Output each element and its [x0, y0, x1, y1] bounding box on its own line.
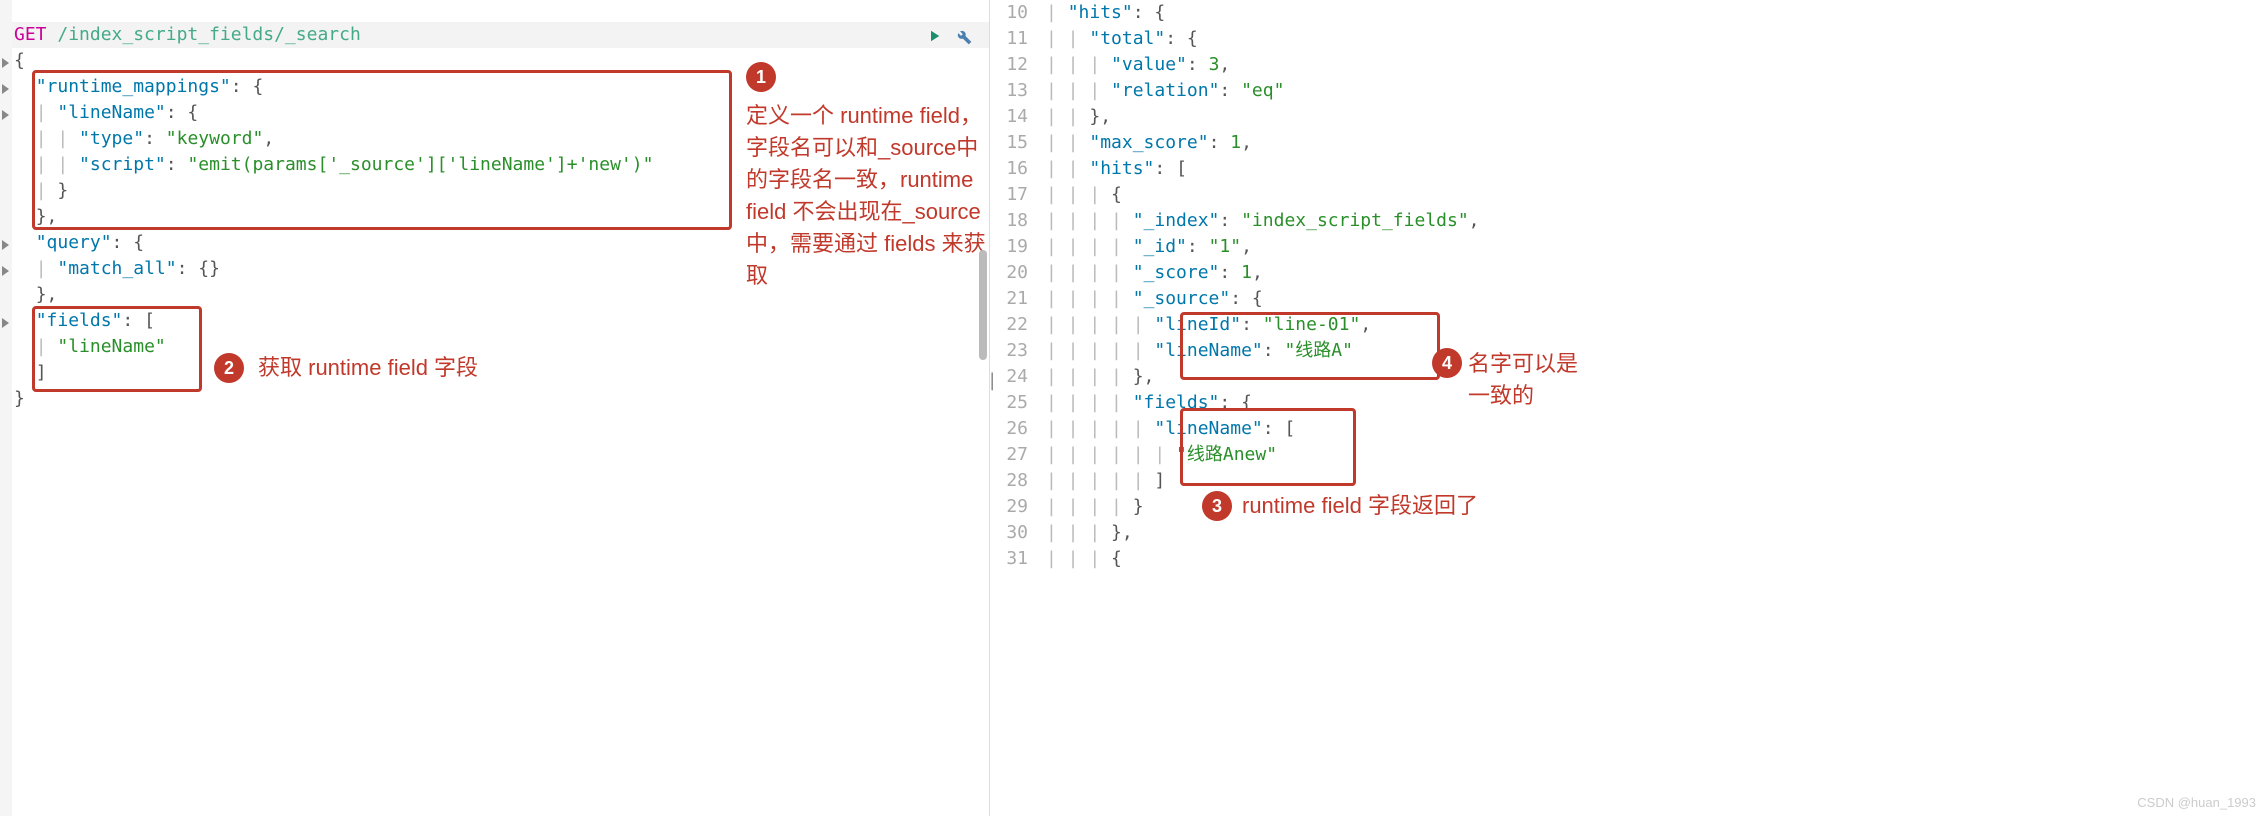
- annotation-3-text: runtime field 字段返回了: [1242, 490, 1478, 522]
- annotation-badge-3: 3: [1202, 491, 1232, 521]
- runtime-mappings-key: "runtime_mappings": [36, 76, 231, 97]
- fold-marker[interactable]: [2, 84, 9, 94]
- response-line: 16| | "hits": [: [990, 156, 2268, 182]
- line-number: 13: [990, 78, 1046, 104]
- line-number: 11: [990, 26, 1046, 52]
- line-number: 16: [990, 156, 1046, 182]
- linename-key: "lineName": [57, 102, 165, 123]
- response-pane: ‖ 10| "hits": {11| | "total": {12| | | "…: [990, 0, 2268, 816]
- response-line: 30| | | },: [990, 520, 2268, 546]
- response-line: 31| | | {: [990, 546, 2268, 572]
- line-number: 31: [990, 546, 1046, 572]
- response-line: 27| | | | | | "线路Anew": [990, 442, 2268, 468]
- line-number: 27: [990, 442, 1046, 468]
- run-icon[interactable]: [925, 27, 943, 50]
- line-number: 26: [990, 416, 1046, 442]
- response-line: 12| | | "value": 3,: [990, 52, 2268, 78]
- line-number: 17: [990, 182, 1046, 208]
- annotation-4: 4 名字可以是一致的: [1432, 348, 1578, 412]
- response-line: 23| | | | | "lineName": "线路A": [990, 338, 2268, 364]
- line-number: 20: [990, 260, 1046, 286]
- line-number: 21: [990, 286, 1046, 312]
- line-number: 12: [990, 52, 1046, 78]
- scroll-handle-left[interactable]: [979, 250, 987, 360]
- annotation-badge-4: 4: [1432, 348, 1462, 378]
- annotation-3: 3 runtime field 字段返回了: [1202, 490, 1478, 522]
- response-line: 13| | | "relation": "eq": [990, 78, 2268, 104]
- line-number: 14: [990, 104, 1046, 130]
- fold-marker[interactable]: [2, 110, 9, 120]
- response-line: 19| | | | "_id": "1",: [990, 234, 2268, 260]
- response-line: 17| | | {: [990, 182, 2268, 208]
- response-line: 20| | | | "_score": 1,: [990, 260, 2268, 286]
- response-line: 21| | | | "_source": {: [990, 286, 2268, 312]
- line-number: 10: [990, 0, 1046, 26]
- response-line: 25| | | | "fields": {: [990, 390, 2268, 416]
- response-line: 24| | | | },: [990, 364, 2268, 390]
- fields-key: "fields": [36, 310, 123, 331]
- response-line: 11| | "total": {: [990, 26, 2268, 52]
- line-number: 25: [990, 390, 1046, 416]
- line-number: 18: [990, 208, 1046, 234]
- line-number: 30: [990, 520, 1046, 546]
- line-number: 28: [990, 468, 1046, 494]
- request-toolbar: [925, 26, 973, 51]
- fields-value: "lineName": [57, 336, 165, 357]
- annotation-1-text: 定义一个 runtime field，字段名可以和_source中的字段名一致，…: [746, 100, 986, 292]
- line-number: 29: [990, 494, 1046, 520]
- splitter-handle[interactable]: ‖: [990, 370, 996, 390]
- fold-marker[interactable]: [2, 318, 9, 328]
- fold-marker[interactable]: [2, 266, 9, 276]
- request-path: /index_script_fields/_search: [57, 24, 360, 45]
- type-value: "keyword": [166, 128, 264, 149]
- gutter: [0, 0, 12, 816]
- line-number: 19: [990, 234, 1046, 260]
- response-line: 29| | | | }: [990, 494, 2268, 520]
- request-editor-pane: GET /index_script_fields/_search { "runt…: [0, 0, 990, 816]
- http-method: GET: [14, 24, 47, 45]
- response-line: 10| "hits": {: [990, 0, 2268, 26]
- script-key: "script": [79, 154, 166, 175]
- response-line: 28| | | | | ]: [990, 468, 2268, 494]
- annotation-1: 1: [746, 62, 776, 92]
- annotation-2: 2 获取 runtime field 字段: [214, 352, 478, 384]
- line-number: 23: [990, 338, 1046, 364]
- watermark: CSDN @huan_1993: [2137, 795, 2256, 810]
- match-all-key: "match_all": [57, 258, 176, 279]
- query-key: "query": [36, 232, 112, 253]
- line-number: 22: [990, 312, 1046, 338]
- annotation-4-text: 名字可以是一致的: [1468, 348, 1578, 412]
- fold-marker[interactable]: [2, 240, 9, 250]
- response-line: 14| | },: [990, 104, 2268, 130]
- type-key: "type": [79, 128, 144, 149]
- response-line: 15| | "max_score": 1,: [990, 130, 2268, 156]
- fold-marker[interactable]: [2, 58, 9, 68]
- response-code[interactable]: 10| "hits": {11| | "total": {12| | | "va…: [990, 0, 2268, 572]
- response-line: 26| | | | | "lineName": [: [990, 416, 2268, 442]
- script-value: "emit(params['_source']['lineName']+'new…: [187, 154, 653, 175]
- line-number: 24: [990, 364, 1046, 390]
- annotation-2-text: 获取 runtime field 字段: [258, 352, 478, 384]
- annotation-badge-1: 1: [746, 62, 776, 92]
- response-line: 18| | | | "_index": "index_script_fields…: [990, 208, 2268, 234]
- line-number: 15: [990, 130, 1046, 156]
- wrench-icon[interactable]: [953, 26, 973, 51]
- response-line: 22| | | | | "lineId": "line-01",: [990, 312, 2268, 338]
- annotation-badge-2: 2: [214, 353, 244, 383]
